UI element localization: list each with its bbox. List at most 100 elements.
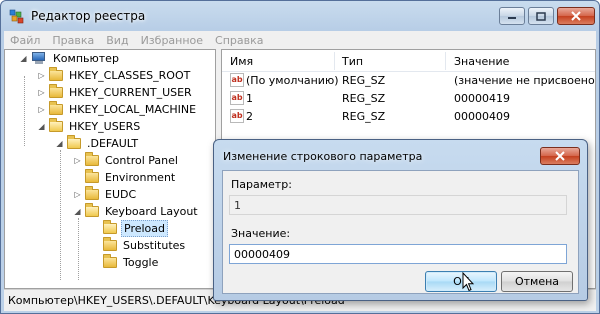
expand-icon[interactable]: ▷ bbox=[73, 190, 82, 199]
tree-label: Toggle bbox=[123, 256, 159, 269]
tree-node-control-panel[interactable]: ▷ Control Panel bbox=[73, 152, 180, 169]
menu-help[interactable]: Справка bbox=[209, 34, 269, 47]
list-header: Имя Тип Значение bbox=[222, 50, 595, 72]
cell-type: REG_SZ bbox=[342, 110, 386, 123]
maximize-button[interactable] bbox=[528, 7, 554, 25]
value-label: Значение: bbox=[231, 227, 291, 240]
collapse-icon[interactable]: ◢ bbox=[73, 207, 82, 216]
tree-label: Environment bbox=[105, 171, 176, 184]
title-bar[interactable]: Редактор реестра bbox=[1, 1, 599, 31]
tree-label: HKEY_LOCAL_MACHINE bbox=[69, 103, 197, 116]
menu-bar: Файл Правка Вид Избранное Справка bbox=[4, 31, 596, 49]
expand-icon[interactable]: ▷ bbox=[37, 88, 46, 97]
tree-node-keyboard-layout[interactable]: ◢ Keyboard Layout bbox=[73, 203, 200, 220]
ab-string-icon: ab bbox=[230, 109, 244, 123]
folder-icon bbox=[49, 101, 63, 115]
minimize-button[interactable] bbox=[499, 7, 525, 25]
folder-open-icon bbox=[49, 118, 63, 132]
menu-edit[interactable]: Правка bbox=[46, 34, 100, 47]
close-button[interactable] bbox=[557, 7, 595, 25]
param-label: Параметр: bbox=[231, 178, 292, 191]
tree-guide bbox=[24, 76, 25, 146]
collapse-icon[interactable]: ◢ bbox=[37, 122, 46, 131]
cell-value: 00000409 bbox=[454, 110, 510, 123]
folder-open-icon bbox=[103, 220, 117, 234]
collapse-icon[interactable]: ◢ bbox=[19, 54, 28, 63]
expander-placeholder bbox=[73, 173, 82, 182]
tree-node-default[interactable]: ◢ .DEFAULT bbox=[55, 135, 140, 152]
computer-icon bbox=[31, 52, 47, 65]
expand-icon[interactable]: ▷ bbox=[37, 105, 46, 114]
tree-label: EUDC bbox=[105, 188, 137, 201]
maximize-icon bbox=[536, 11, 546, 21]
folder-icon bbox=[85, 169, 99, 183]
tree-label: Substitutes bbox=[123, 239, 186, 252]
tree-guide bbox=[78, 218, 79, 280]
expand-icon[interactable]: ▷ bbox=[37, 71, 46, 80]
folder-icon bbox=[85, 152, 99, 166]
column-divider[interactable] bbox=[334, 52, 335, 70]
folder-icon bbox=[103, 254, 117, 268]
ab-string-icon: ab bbox=[230, 73, 244, 87]
value-data-input[interactable]: 00000409 bbox=[229, 244, 567, 264]
tree-node-hkcu[interactable]: ▷ HKEY_CURRENT_USER bbox=[37, 84, 194, 101]
registry-tree[interactable]: ◢ Компьютер ▷ HKEY_CLASSES_ROOT ▷ HKEY_C… bbox=[4, 49, 216, 289]
tree-node-eudc[interactable]: ▷ EUDC bbox=[73, 186, 138, 203]
list-row[interactable]: ab 2 REG_SZ 00000409 bbox=[222, 108, 595, 125]
close-icon bbox=[555, 151, 565, 161]
tree-label: Keyboard Layout bbox=[105, 205, 198, 218]
edit-string-dialog: Изменение строкового параметра Параметр:… bbox=[213, 139, 588, 301]
dialog-close-button[interactable] bbox=[540, 147, 580, 165]
tree-label: .DEFAULT bbox=[87, 137, 139, 150]
tree-label: Control Panel bbox=[105, 154, 178, 167]
expander-placeholder bbox=[91, 241, 100, 250]
tree-guide bbox=[60, 150, 61, 280]
tree-label: Компьютер bbox=[53, 52, 119, 65]
folder-icon bbox=[49, 84, 63, 98]
expander-placeholder bbox=[91, 258, 100, 267]
tree-node-hklm[interactable]: ▷ HKEY_LOCAL_MACHINE bbox=[37, 101, 198, 118]
tree-node-hku[interactable]: ◢ HKEY_USERS bbox=[37, 118, 142, 135]
close-icon bbox=[571, 11, 581, 21]
column-header-name[interactable]: Имя bbox=[230, 55, 253, 68]
tree-node-preload[interactable]: Preload bbox=[91, 220, 168, 237]
mouse-cursor-icon bbox=[462, 272, 474, 292]
ab-string-icon: ab bbox=[230, 91, 244, 105]
tree-node-computer[interactable]: ◢ Компьютер bbox=[19, 50, 121, 67]
menu-file[interactable]: Файл bbox=[4, 34, 46, 47]
tree-label: HKEY_USERS bbox=[69, 120, 141, 133]
tree-label: HKEY_CLASSES_ROOT bbox=[69, 69, 191, 82]
menu-view[interactable]: Вид bbox=[100, 34, 134, 47]
tree-label-selected: Preload bbox=[121, 220, 168, 237]
param-name-field: 1 bbox=[229, 195, 567, 215]
ok-button[interactable]: OK bbox=[425, 271, 497, 292]
folder-open-icon bbox=[67, 135, 81, 149]
tree-node-substitutes[interactable]: Substitutes bbox=[91, 237, 187, 254]
tree-node-toggle[interactable]: Toggle bbox=[91, 254, 160, 271]
list-row[interactable]: ab (По умолчанию) REG_SZ (значение не пр… bbox=[222, 72, 595, 89]
cell-value: (значение не присвоено) bbox=[454, 74, 596, 87]
cell-type: REG_SZ bbox=[342, 92, 386, 105]
cell-name: 1 bbox=[246, 92, 253, 105]
menu-favorites[interactable]: Избранное bbox=[135, 34, 209, 47]
list-row[interactable]: ab 1 REG_SZ 00000419 bbox=[222, 90, 595, 107]
tree-label: HKEY_CURRENT_USER bbox=[69, 86, 192, 99]
minimize-icon bbox=[508, 17, 516, 19]
column-header-value[interactable]: Значение bbox=[454, 55, 509, 68]
dialog-body: Параметр: 1 Значение: 00000409 OK Отмена bbox=[222, 170, 579, 294]
tree-node-hkcr[interactable]: ▷ HKEY_CLASSES_ROOT bbox=[37, 67, 192, 84]
cell-type: REG_SZ bbox=[342, 74, 386, 87]
collapse-icon[interactable]: ◢ bbox=[55, 139, 64, 148]
column-divider[interactable] bbox=[445, 52, 446, 70]
folder-icon bbox=[103, 237, 117, 251]
tree-node-environment[interactable]: Environment bbox=[73, 169, 177, 186]
cell-name: (По умолчанию) bbox=[246, 74, 339, 87]
window-title: Редактор реестра bbox=[31, 9, 146, 23]
cancel-button[interactable]: Отмена bbox=[501, 271, 573, 292]
folder-icon bbox=[49, 67, 63, 81]
registry-editor-icon bbox=[9, 9, 24, 24]
column-header-type[interactable]: Тип bbox=[342, 55, 363, 68]
cell-name: 2 bbox=[246, 110, 253, 123]
expand-icon[interactable]: ▷ bbox=[73, 156, 82, 165]
dialog-title: Изменение строкового параметра bbox=[223, 150, 423, 163]
